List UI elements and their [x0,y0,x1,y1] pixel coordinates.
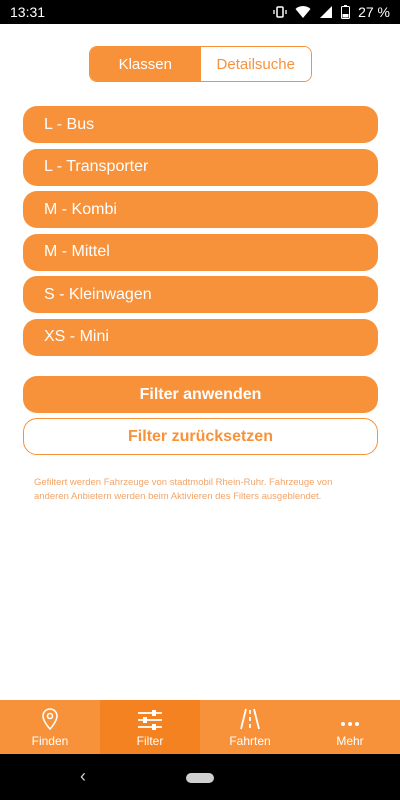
apply-filter-button[interactable]: Filter anwenden [23,376,378,413]
tab-klassen[interactable]: Klassen [90,47,201,81]
battery-icon [341,5,351,19]
road-icon [240,708,260,730]
bottom-navigation: Finden Filter Fahrten Mehr [0,700,400,754]
battery-percent: 27 % [358,4,390,20]
wifi-icon [295,6,311,19]
signal-icon [320,6,333,18]
class-item-l-bus[interactable]: L - Bus [23,106,378,143]
nav-item-fahrten[interactable]: Fahrten [200,700,300,754]
nav-label-filter: Filter [136,734,164,748]
home-pill[interactable] [186,773,214,783]
class-item-m-mittel[interactable]: M - Mittel [23,233,378,271]
status-icons: 27 % [273,4,390,20]
vibrate-icon [273,6,287,18]
class-item-xs-mini[interactable]: XS - Mini [23,318,378,356]
sliders-icon [138,710,162,730]
nav-label-finden: Finden [31,734,69,748]
reset-filter-button[interactable]: Filter zurücksetzen [23,418,378,455]
class-item-s-kleinwagen[interactable]: S - Kleinwagen [23,276,378,313]
class-item-l-transporter[interactable]: L - Transporter [23,148,378,186]
nav-item-filter[interactable]: Filter [100,700,200,754]
tab-detailsuche[interactable]: Detailsuche [200,47,311,81]
back-chevron-icon[interactable]: ‹ [80,766,86,787]
system-navigation-bar: ‹ [0,754,400,800]
nav-item-finden[interactable]: Finden [0,700,100,754]
nav-label-mehr: Mehr [336,734,364,748]
status-time: 13:31 [10,4,46,20]
class-item-m-kombi[interactable]: M - Kombi [23,191,378,228]
nav-item-mehr[interactable]: Mehr [300,700,400,754]
status-bar: 13:31 27 % [0,0,400,24]
filter-info-text: Gefiltert werden Fahrzeuge von stadtmobi… [34,477,333,502]
class-list: L - Bus L - Transporter M - Kombi M - Mi… [23,106,378,361]
location-pin-icon [42,708,58,731]
more-dots-icon [341,722,359,726]
segmented-control: Klassen Detailsuche [89,46,312,82]
nav-label-fahrten: Fahrten [229,734,271,748]
